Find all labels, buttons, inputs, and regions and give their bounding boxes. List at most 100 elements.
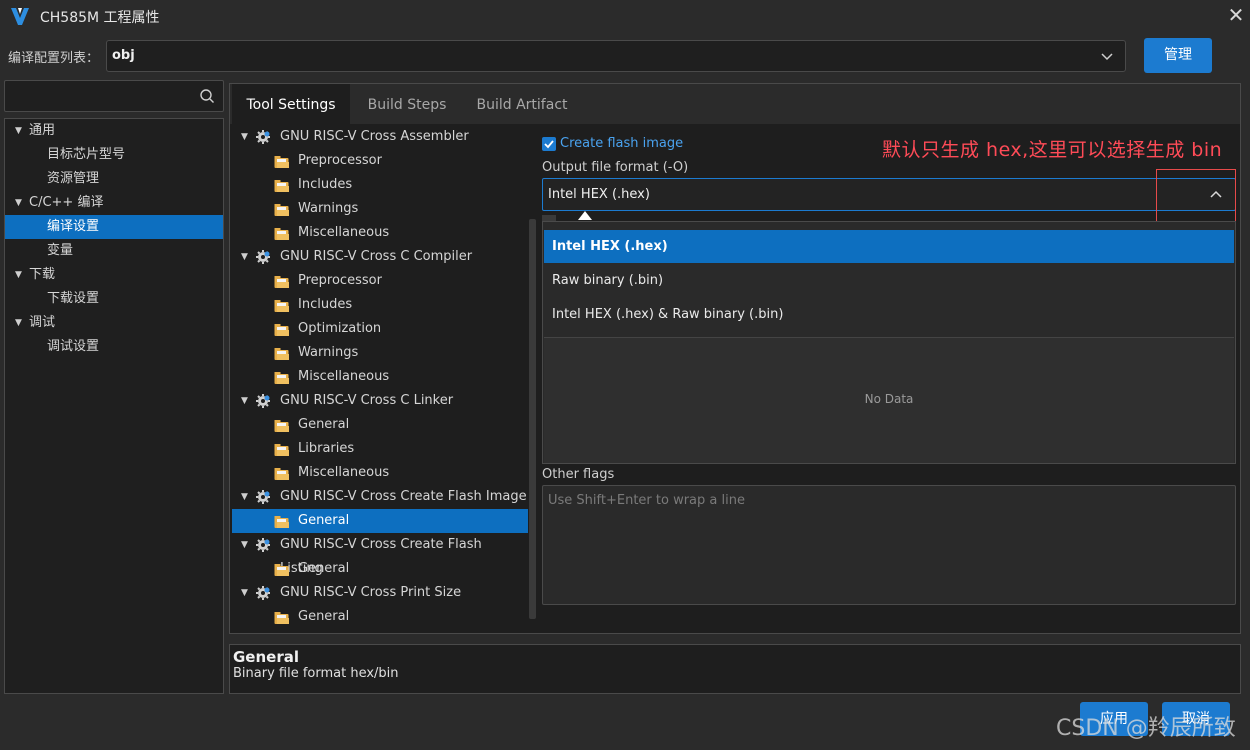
category-tree-item[interactable]: ▼ 通用 — [5, 119, 223, 143]
format-option[interactable]: Intel HEX (.hex) — [544, 230, 1234, 263]
option-page-icon — [274, 562, 289, 576]
create-flash-checkbox[interactable] — [542, 137, 556, 151]
no-data-text: No Data — [864, 392, 914, 406]
tool-option-label: Libraries — [298, 441, 355, 456]
tab-strip: Tool Settings Build Steps Build Artifact — [230, 84, 1240, 124]
tool-option-label: Preprocessor — [298, 153, 382, 168]
category-tree-item[interactable]: ▼ 下载 — [5, 263, 223, 287]
tab-build-steps[interactable]: Build Steps — [352, 84, 462, 124]
category-tree-item[interactable]: 目标芯片型号 — [5, 143, 223, 167]
settings-category-tree: ▼ 通用目标芯片型号 资源管理 ▼ C/C++ 编译编译设置变量 ▼ 下载 下载设置 ▼ 调试调试… — [4, 118, 224, 694]
option-page-icon — [274, 442, 289, 456]
tool-category-item[interactable]: ▼ GNU RISC-V Cross C Compiler — [232, 245, 528, 269]
description-text: Binary file format hex/bin — [233, 666, 399, 681]
tool-option-item[interactable]: Preprocessor — [232, 269, 528, 293]
annotation-text: 默认只生成 hex,这里可以选择生成 bin — [882, 139, 1223, 161]
category-tree-label: 调试设置 — [47, 339, 100, 354]
search-icon[interactable] — [199, 88, 215, 104]
tool-tree-scrollbar-thumb[interactable] — [529, 219, 536, 619]
other-flags-label: Other flags — [542, 467, 615, 482]
manage-button[interactable]: 管理 — [1144, 38, 1212, 73]
tool-option-item[interactable]: Miscellaneous — [232, 461, 528, 485]
tool-gear-icon — [255, 129, 271, 145]
expand-arrow-icon[interactable]: ▼ — [15, 311, 22, 335]
tool-gear-icon — [255, 489, 271, 505]
tool-category-item[interactable]: ▼ GNU RISC-V Cross Assembler — [232, 125, 528, 149]
watermark: CSDN @羚辰所致 — [1056, 716, 1236, 741]
config-select[interactable]: obj — [106, 40, 1126, 72]
title-bar: CH585M 工程属性 ✕ — [0, 0, 1250, 32]
tool-option-item[interactable]: Miscellaneous — [232, 221, 528, 245]
expand-arrow-icon[interactable]: ▼ — [15, 263, 22, 287]
tool-option-item[interactable]: Optimization — [232, 317, 528, 341]
other-flags-input[interactable]: Use Shift+Enter to wrap a line — [542, 485, 1236, 605]
dropdown-empty-area: No Data — [544, 337, 1234, 463]
option-page-icon — [274, 274, 289, 288]
category-tree-label: 变量 — [47, 243, 74, 258]
tool-option-label: General — [298, 513, 350, 528]
category-tree-item[interactable]: 资源管理 — [5, 167, 223, 191]
category-tree-item[interactable]: ▼ C/C++ 编译 — [5, 191, 223, 215]
tool-option-item[interactable]: Warnings — [232, 197, 528, 221]
tool-option-item[interactable]: Warnings — [232, 341, 528, 365]
tool-option-item[interactable]: General — [232, 509, 528, 533]
tool-option-label: Miscellaneous — [298, 369, 390, 384]
category-tree-label: 目标芯片型号 — [47, 147, 126, 162]
tool-option-label: General — [298, 609, 350, 624]
checkmark-icon — [544, 140, 554, 149]
tool-option-item[interactable]: Miscellaneous — [232, 365, 528, 389]
tool-option-item[interactable]: Includes — [232, 293, 528, 317]
category-tree-item[interactable]: 变量 — [5, 239, 223, 263]
tool-option-item[interactable]: Preprocessor — [232, 149, 528, 173]
category-tree-item[interactable]: ▼ 调试 — [5, 311, 223, 335]
format-option[interactable]: Intel HEX (.hex) & Raw binary (.bin) — [544, 298, 1234, 331]
app-logo-icon — [11, 8, 29, 25]
output-format-label: Output file format (-O) — [542, 160, 689, 175]
create-flash-label[interactable]: Create flash image — [560, 136, 683, 151]
category-tree-item[interactable]: 下载设置 — [5, 287, 223, 311]
option-page-icon — [274, 610, 289, 624]
category-tree-label: C/C++ 编译 — [29, 195, 104, 210]
output-format-dropdown: No Data Intel HEX (.hex) Raw binary (.bin… — [542, 221, 1236, 464]
settings-main-panel: Tool Settings Build Steps Build Artifact ▼… — [229, 83, 1241, 634]
close-icon[interactable]: ✕ — [1222, 2, 1250, 30]
tool-category-item[interactable]: ▼ GNU RISC-V Cross Print Size — [232, 581, 528, 605]
tool-option-item[interactable]: Includes — [232, 173, 528, 197]
category-tree-label: 编译设置 — [47, 219, 100, 234]
tool-gear-icon — [255, 585, 271, 601]
tab-tool-settings[interactable]: Tool Settings — [232, 84, 350, 124]
category-tree-item[interactable]: 调试设置 — [5, 335, 223, 359]
expand-arrow-icon[interactable]: ▼ — [241, 125, 248, 149]
tool-option-item[interactable]: General — [232, 413, 528, 437]
tool-option-item[interactable]: General — [232, 557, 528, 581]
expand-arrow-icon[interactable]: ▼ — [241, 485, 248, 509]
expand-arrow-icon[interactable]: ▼ — [15, 191, 22, 215]
tool-gear-icon — [255, 393, 271, 409]
expand-arrow-icon[interactable]: ▼ — [241, 389, 248, 413]
category-tree-label: 通用 — [29, 123, 56, 138]
tool-option-label: Warnings — [298, 345, 359, 360]
tool-category-label: GNU RISC-V Cross C Linker — [280, 393, 454, 408]
tool-category-item[interactable]: ▼ GNU RISC-V Cross Create Flash Image — [232, 485, 528, 509]
tool-gear-icon — [255, 249, 271, 265]
option-page-icon — [274, 370, 289, 384]
expand-arrow-icon[interactable]: ▼ — [241, 533, 248, 557]
option-page-icon — [274, 178, 289, 192]
tool-category-label: GNU RISC-V Cross Create Flash Image — [280, 489, 527, 504]
tab-build-artifact[interactable]: Build Artifact — [466, 84, 578, 124]
tool-category-item[interactable]: ▼ GNU RISC-V Cross Create Flash Listing — [232, 533, 528, 576]
expand-arrow-icon[interactable]: ▼ — [241, 581, 248, 605]
tool-option-item[interactable]: General — [232, 605, 528, 629]
description-panel: General Binary file format hex/bin — [229, 644, 1241, 694]
tool-category-item[interactable]: ▼ GNU RISC-V Cross C Linker — [232, 389, 528, 413]
expand-arrow-icon[interactable]: ▼ — [15, 119, 22, 143]
output-format-select[interactable]: Intel HEX (.hex) — [542, 178, 1236, 211]
tree-search-input[interactable] — [4, 80, 224, 112]
category-tree-label: 资源管理 — [47, 171, 100, 186]
format-option[interactable]: Raw binary (.bin) — [544, 264, 1234, 297]
chevron-down-icon — [1101, 53, 1113, 61]
tool-option-label: Miscellaneous — [298, 465, 390, 480]
expand-arrow-icon[interactable]: ▼ — [241, 245, 248, 269]
tool-option-item[interactable]: Libraries — [232, 437, 528, 461]
category-tree-item[interactable]: 编译设置 — [5, 215, 223, 239]
